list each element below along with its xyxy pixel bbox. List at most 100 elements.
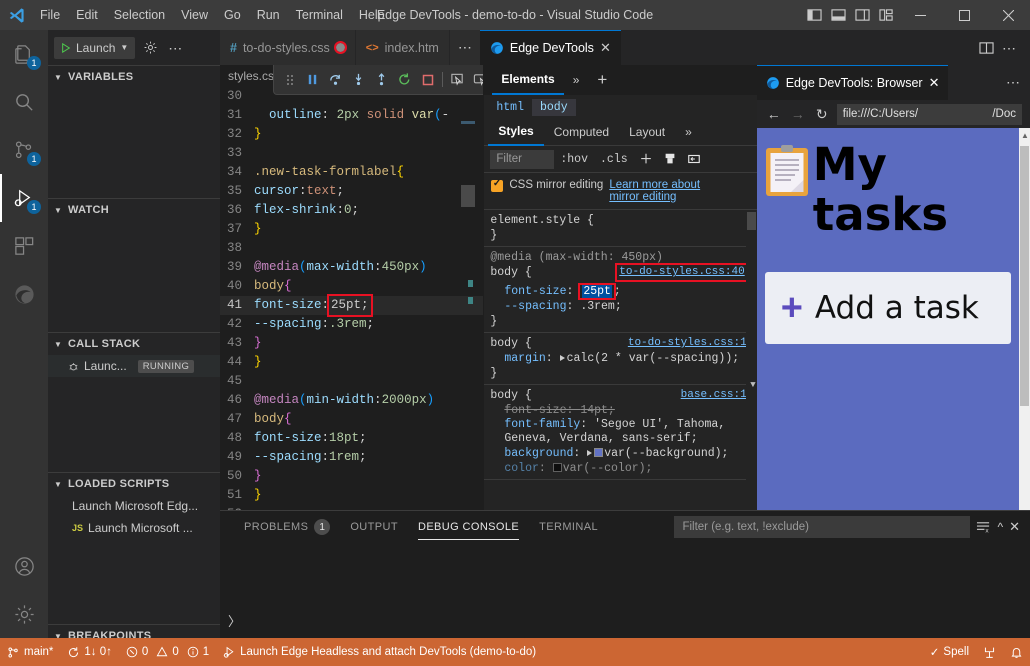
menu-item-help[interactable]: Help (351, 5, 393, 25)
declaration-font-size[interactable]: font-size: 25pt; (490, 284, 756, 299)
section-variables[interactable]: ▼ VARIABLES (48, 65, 220, 198)
devtools-add-tab-icon[interactable]: + (588, 65, 616, 95)
new-style-rule-icon[interactable] (634, 147, 658, 171)
declaration-color[interactable]: color: var(--color); (490, 461, 756, 476)
style-rule-body-base[interactable]: body { base.css:1 font-size: 14pt; font-… (484, 385, 756, 480)
tab-overflow-icon[interactable]: ⋯ (450, 30, 480, 65)
declaration-background[interactable]: background: var(--background); (490, 446, 756, 461)
launch-configuration-button[interactable]: Launch ▼ (54, 37, 135, 59)
url-input[interactable]: file:///C:/Users/ /Doc (837, 104, 1022, 125)
activity-item-extensions[interactable] (0, 222, 48, 270)
style-rule-element-style[interactable]: element.style { } (484, 210, 756, 247)
status-problems[interactable]: 0 0 1 (119, 638, 216, 666)
breakpoints-header[interactable]: ▼ BREAKPOINTS (48, 625, 220, 638)
activity-item-accounts[interactable] (0, 542, 48, 590)
debug-more-actions-icon[interactable]: ⋯ (165, 43, 185, 53)
style-rule-media-450[interactable]: @media (max-width: 450px) body { to-do-s… (484, 247, 756, 333)
panel-tab-terminal[interactable]: TERMINAL (529, 511, 608, 543)
declaration-font-family[interactable]: font-family: 'Segoe UI', Tahoma, Geneva,… (490, 418, 756, 446)
toggle-sidebar-icon[interactable] (682, 147, 706, 171)
clear-console-icon[interactable]: x (976, 520, 991, 534)
tab-index-htm[interactable]: <> index.htm (356, 30, 450, 65)
status-remote[interactable] (976, 638, 1003, 666)
drag-handle-icon[interactable] (278, 66, 301, 94)
pause-icon[interactable] (301, 66, 324, 94)
restart-icon[interactable] (393, 66, 416, 94)
browser-tab[interactable]: Edge DevTools: Browser ✕ (757, 65, 949, 100)
devtools-subtab-overflow-icon[interactable]: » (675, 119, 702, 146)
loaded-script-item[interactable]: Launch Microsoft Edg... (48, 495, 220, 517)
debug-floating-toolbar[interactable] (273, 65, 483, 95)
minimap-slider[interactable] (461, 185, 475, 207)
css-mirror-editing-checkbox[interactable] (491, 180, 503, 192)
inspect-icon[interactable] (446, 66, 469, 94)
step-out-icon[interactable] (370, 66, 393, 94)
scroll-down-arrow-icon[interactable]: ▼ (750, 378, 755, 393)
panel-tab-output[interactable]: OUTPUT (340, 511, 408, 543)
rule-source-link[interactable]: to-do-styles.css:1 (628, 336, 747, 351)
window-maximize-button[interactable] (942, 0, 986, 30)
devtools-tab-overflow-icon[interactable]: » (564, 65, 589, 95)
window-minimize-button[interactable] (898, 0, 942, 30)
menu-item-run[interactable]: Run (249, 5, 288, 25)
status-debug-session[interactable]: Launch Edge Headless and attach DevTools… (216, 638, 543, 666)
menu-item-edit[interactable]: Edit (68, 5, 106, 25)
tab-to-do-styles-css[interactable]: # to-do-styles.css (220, 30, 356, 65)
devtools-subtab-computed[interactable]: Computed (544, 119, 619, 146)
declaration-spacing[interactable]: --spacing: .3rem; (490, 299, 756, 314)
activity-item-manage-settings[interactable] (0, 590, 48, 638)
loaded-scripts-header[interactable]: ▼ LOADED SCRIPTS (48, 473, 220, 495)
hover-state-chip[interactable]: :hov (554, 153, 594, 166)
declaration-value-editing[interactable]: 25pt (582, 285, 612, 298)
declaration-value[interactable]: 14pt; (580, 404, 615, 417)
forward-icon[interactable]: → (789, 103, 807, 125)
back-icon[interactable]: ← (765, 103, 783, 125)
screencast-icon[interactable] (469, 66, 483, 94)
window-close-button[interactable] (986, 0, 1030, 30)
reload-icon[interactable]: ↻ (813, 103, 831, 125)
declaration-value[interactable]: .3rem (580, 300, 615, 313)
section-watch[interactable]: ▼ WATCH (48, 198, 220, 332)
close-icon[interactable]: ✕ (600, 40, 611, 56)
devtools-subtab-layout[interactable]: Layout (619, 119, 675, 146)
declaration-value[interactable]: var(--background); (604, 447, 728, 460)
activity-item-search[interactable] (0, 78, 48, 126)
watch-header[interactable]: ▼ WATCH (48, 199, 220, 221)
section-call-stack[interactable]: ▼ CALL STACK Launc... RUNNING (48, 332, 220, 472)
rule-source-link[interactable]: base.css:1 (681, 388, 747, 403)
menu-item-selection[interactable]: Selection (106, 5, 173, 25)
section-breakpoints[interactable]: ▼ BREAKPOINTS (48, 624, 220, 638)
menu-item-view[interactable]: View (173, 5, 216, 25)
menu-bar[interactable]: File Edit Selection View Go Run Terminal… (32, 5, 393, 25)
split-editor-icon[interactable] (979, 41, 994, 55)
debug-console-prompt[interactable]: 〉 (228, 611, 241, 630)
debug-settings-icon[interactable] (139, 40, 161, 55)
activity-item-source-control[interactable]: 1 (0, 126, 48, 174)
tab-edge-devtools[interactable]: Edge DevTools ✕ (480, 30, 622, 65)
add-task-button[interactable]: + Add a task (765, 272, 1011, 344)
status-spell[interactable]: ✓ Spell (923, 638, 976, 666)
toggle-element-state-icon[interactable] (658, 147, 682, 171)
toggle-secondary-sidebar-icon[interactable] (850, 0, 874, 30)
dom-crumb-body[interactable]: body (532, 99, 576, 116)
declaration-value[interactable]: calc(2 * var(--spacing)); (567, 352, 740, 365)
declaration-margin[interactable]: margin: calc(2 * var(--spacing)); (490, 351, 756, 366)
step-over-icon[interactable] (324, 66, 347, 94)
section-loaded-scripts[interactable]: ▼ LOADED SCRIPTS Launch Microsoft Edg...… (48, 472, 220, 624)
menu-item-terminal[interactable]: Terminal (288, 5, 351, 25)
unsaved-dot-icon[interactable] (336, 43, 345, 52)
stop-icon[interactable] (416, 66, 439, 94)
declaration-value[interactable]: var(--color); (563, 462, 653, 475)
step-into-icon[interactable] (347, 66, 370, 94)
customize-layout-icon[interactable] (874, 0, 898, 30)
devtools-subtab-styles[interactable]: Styles (488, 119, 543, 146)
panel-tab-problems[interactable]: PROBLEMS 1 (234, 511, 340, 543)
code-content[interactable]: 30 31 outline: 2px solid var(- 32} 33 34… (220, 87, 483, 524)
styles-filter-input[interactable]: Filter (490, 150, 554, 169)
toggle-panel-icon[interactable] (826, 0, 850, 30)
expand-triangle-icon[interactable] (587, 450, 592, 456)
dom-breadcrumbs[interactable]: html body (484, 95, 756, 119)
highlighted-font-size-value[interactable]: 25pt; (329, 296, 371, 315)
style-rule-body-todo[interactable]: body { to-do-styles.css:1 margin: calc(2… (484, 333, 756, 385)
dom-crumb-html[interactable]: html (488, 99, 532, 116)
